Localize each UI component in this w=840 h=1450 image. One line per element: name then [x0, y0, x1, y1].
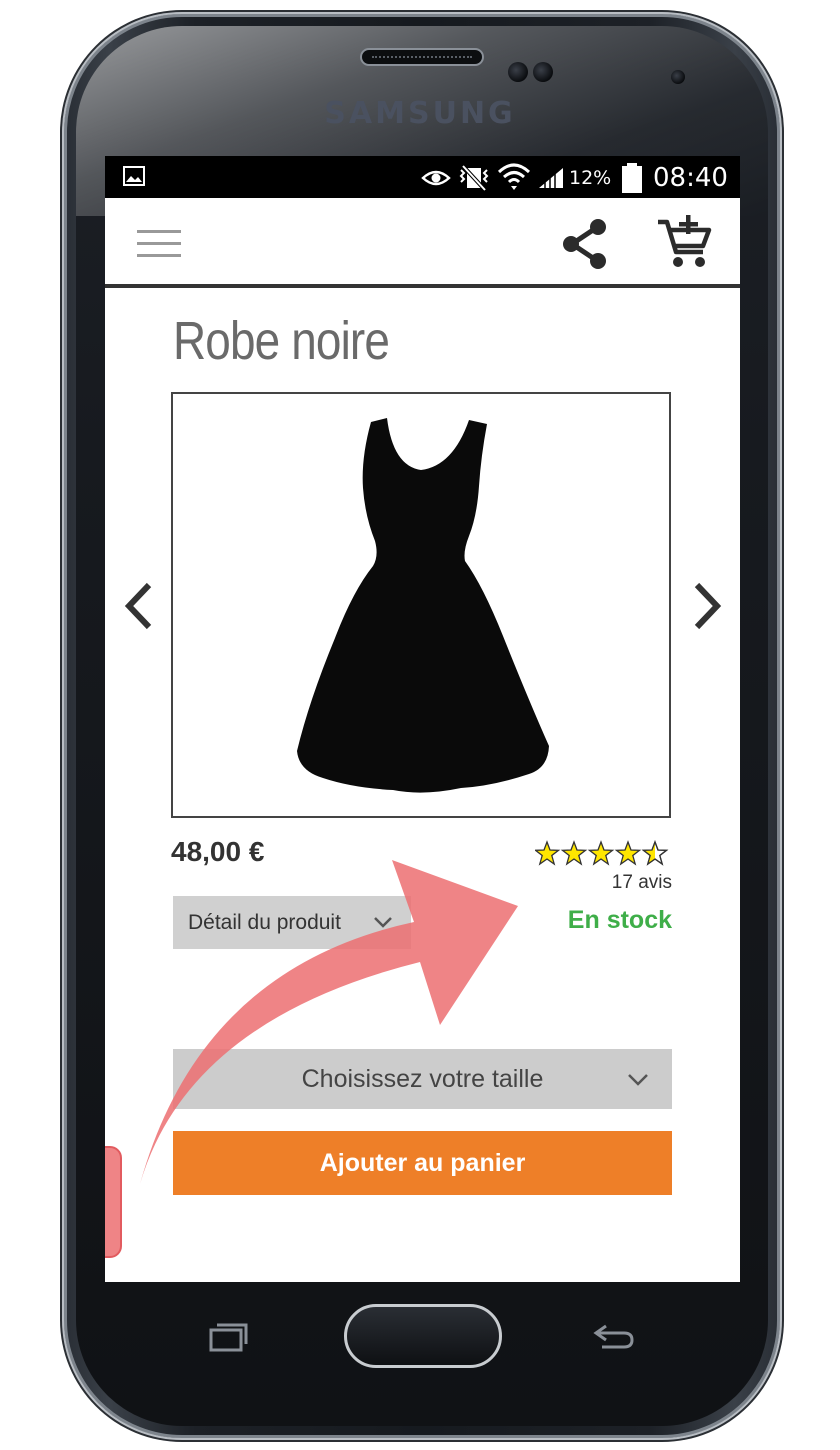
swipe-arrow-overlay — [140, 860, 518, 1184]
back-icon[interactable] — [592, 1322, 636, 1352]
recent-apps-icon[interactable] — [208, 1322, 250, 1354]
home-button[interactable] — [344, 1304, 502, 1368]
